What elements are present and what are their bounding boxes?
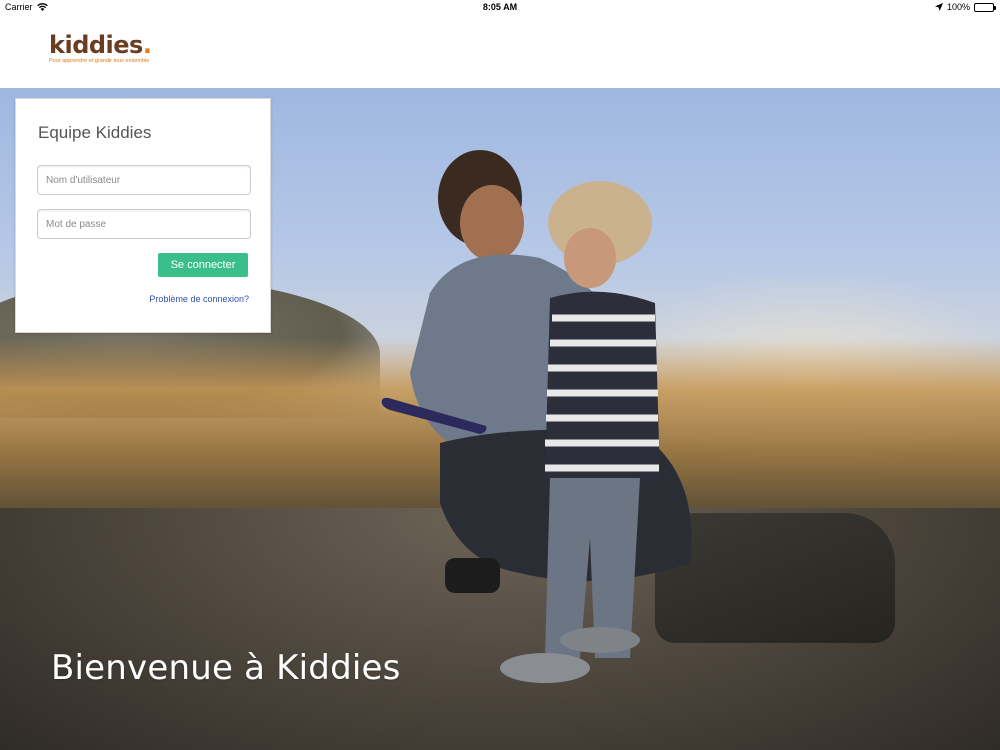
- logo-dot: .: [142, 31, 152, 59]
- username-input[interactable]: [37, 165, 251, 195]
- tablet-image: [381, 397, 487, 434]
- child-figure-image: [500, 181, 660, 683]
- logo-tagline: Pour apprendre et grandir tous ensemble: [49, 58, 150, 64]
- status-bar: Carrier 8:05 AM 100%: [0, 0, 1000, 16]
- login-card: Equipe Kiddies Se connecter Problème de …: [15, 98, 271, 333]
- location-arrow-icon: [934, 3, 943, 11]
- logo-text: kiddies: [49, 31, 143, 59]
- password-input[interactable]: [37, 209, 251, 239]
- status-time: 8:05 AM: [482, 2, 518, 12]
- battery-icon: [974, 2, 996, 12]
- login-help-link[interactable]: Problème de connexion?: [149, 294, 249, 304]
- app-header: kiddies. Pour apprendre et grandir tous …: [0, 16, 1000, 88]
- login-title: Equipe Kiddies: [38, 123, 152, 142]
- battery-percent: 100%: [946, 2, 970, 12]
- kiddies-logo[interactable]: kiddies. Pour apprendre et grandir tous …: [49, 31, 152, 64]
- welcome-heading: Bienvenue à Kiddies: [51, 648, 401, 688]
- status-right: 100%: [934, 2, 996, 12]
- login-button[interactable]: Se connecter: [158, 253, 248, 277]
- logo-wordmark: kiddies.: [49, 31, 152, 59]
